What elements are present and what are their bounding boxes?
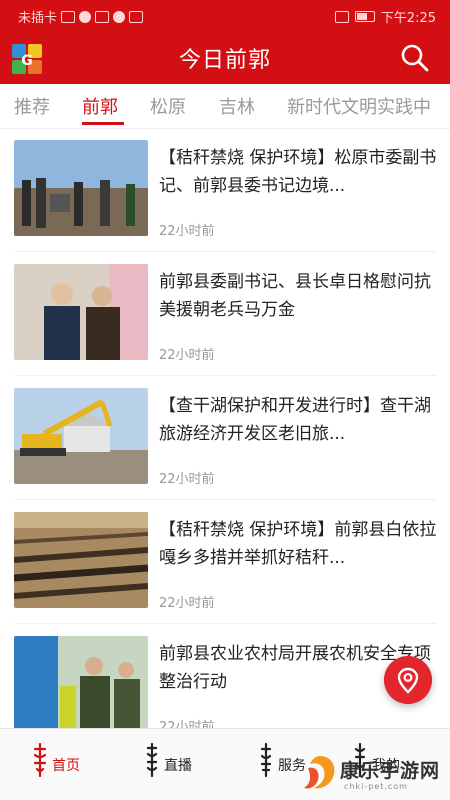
news-title: 【秸秆禁烧 保护环境】松原市委副书记、前郭县委书记边境... (159, 148, 437, 196)
search-icon[interactable] (400, 43, 430, 73)
nav-home[interactable]: 首页 (18, 729, 130, 800)
live-icon (146, 743, 158, 777)
news-title: 【秸秆禁烧 保护环境】前郭县白依拉嘎乡多措并举抓好秸秆... (159, 520, 437, 568)
watermark-logo-icon (304, 756, 335, 789)
tab-qianguo[interactable]: 前郭 (82, 93, 118, 119)
news-title: 【查干湖保护和开发进行时】查干湖旅游经济开发区老旧旅... (159, 396, 431, 444)
news-item[interactable]: 【秸秆禁烧 保护环境】前郭县白依拉嘎乡多措并举抓好秸秆... 22小时前 (0, 500, 450, 624)
app-notification-icon (113, 10, 126, 23)
news-time: 22小时前 (159, 596, 215, 611)
app-screen: 未插卡 下午2:25 G 今日前郭 推荐 前郭 松原 吉林 新时代文明实践中 【… (0, 0, 450, 800)
nav-live-label: 直播 (164, 758, 192, 774)
news-title: 前郭县委副书记、县长卓日格慰问抗美援朝老兵马万金 (159, 272, 431, 320)
service-icon (260, 743, 272, 777)
battery-icon (354, 11, 375, 22)
news-item[interactable]: 【查干湖保护和开发进行时】查干湖旅游经济开发区老旧旅... 22小时前 (0, 376, 450, 500)
news-thumbnail (14, 140, 148, 236)
watermark-url: chkl-pet.com (344, 782, 408, 791)
vibrate-icon (334, 10, 349, 23)
nav-live[interactable]: 直播 (130, 729, 242, 800)
location-fab-button[interactable] (384, 656, 432, 704)
wechat-icon (79, 10, 92, 23)
watermark-text: 康乐手游网 (340, 760, 441, 782)
status-bar: 未插卡 下午2:25 (0, 0, 450, 32)
news-thumbnail (14, 388, 148, 484)
sim-icon (61, 10, 76, 23)
clock-text: 下午2:25 (380, 11, 436, 26)
app-header: G 今日前郭 (0, 32, 450, 84)
page-title: 今日前郭 (178, 48, 271, 73)
news-item[interactable]: 前郭县委副书记、县长卓日格慰问抗美援朝老兵马万金 22小时前 (0, 252, 450, 376)
carrier-text: 未插卡 (18, 11, 58, 26)
news-thumbnail (14, 636, 148, 732)
news-time: 22小时前 (159, 348, 215, 363)
home-icon (33, 743, 47, 777)
news-thumbnail (14, 264, 148, 360)
tab-recommend[interactable]: 推荐 (14, 93, 50, 119)
news-time: 22小时前 (159, 472, 215, 487)
nav-home-label: 首页 (52, 758, 80, 774)
message-icon (129, 10, 144, 23)
tab-songyuan[interactable]: 松原 (150, 93, 186, 119)
tab-jilin[interactable]: 吉林 (219, 93, 255, 119)
site-watermark: 康乐手游网 chkl-pet.com (300, 748, 450, 800)
active-tab-indicator (82, 122, 124, 125)
tab-civilization-practice[interactable]: 新时代文明实践中 (287, 93, 431, 119)
news-item[interactable]: 【秸秆禁烧 保护环境】松原市委副书记、前郭县委书记边境... 22小时前 (0, 128, 450, 252)
category-tabs: 推荐 前郭 松原 吉林 新时代文明实践中 (0, 84, 450, 129)
notification-icon (95, 10, 110, 23)
news-time: 22小时前 (159, 224, 215, 239)
news-thumbnail (14, 512, 148, 608)
